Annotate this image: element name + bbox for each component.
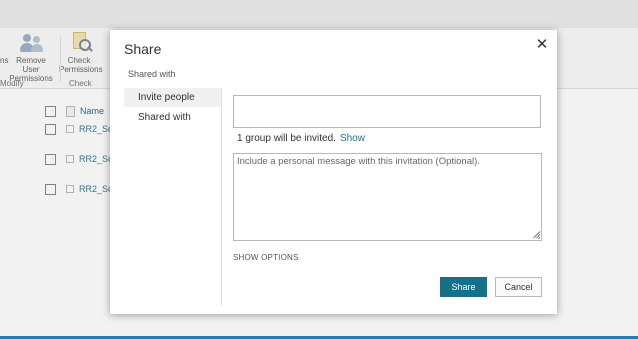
dialog-title: Share	[124, 41, 162, 57]
resize-grip-icon[interactable]	[531, 229, 541, 240]
share-side-nav: Invite people Shared with	[124, 88, 222, 306]
cancel-button[interactable]: Cancel	[495, 277, 542, 297]
invite-count-text: 1 group will be invited.	[237, 133, 336, 144]
nav-invite-people[interactable]: Invite people	[124, 88, 221, 107]
invite-info: 1 group will be invited. Show	[237, 133, 365, 144]
nav-shared-with[interactable]: Shared with	[124, 108, 221, 127]
close-icon[interactable]: ✕	[534, 37, 550, 53]
message-placeholder: Include a personal message with this inv…	[237, 156, 480, 167]
show-link[interactable]: Show	[340, 133, 365, 144]
show-options-link[interactable]: SHOW OPTIONS	[233, 253, 299, 262]
share-dialog: Share ✕ Shared with Invite people Shared…	[110, 30, 557, 314]
shared-with-heading: Shared with	[128, 69, 176, 79]
share-button[interactable]: Share	[440, 277, 487, 297]
invite-people-input[interactable]	[233, 95, 541, 128]
